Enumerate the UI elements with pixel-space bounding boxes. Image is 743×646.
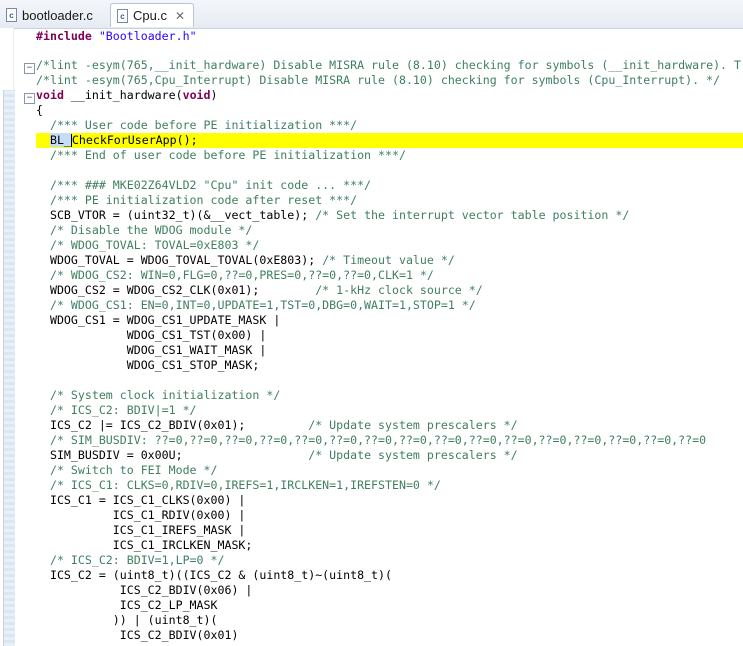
editor-tab-bar: c bootloader.c c Cpu.c ✕ — [0, 0, 743, 29]
code-line: /* WDOG_TOVAL: TOVAL=0xE803 */ — [36, 238, 260, 252]
code-line: ICS_C1_RDIV(0x00) | — [36, 508, 246, 522]
code-line: /*** End of user code before PE initiali… — [36, 148, 406, 162]
close-tab-icon[interactable]: ✕ — [175, 9, 185, 23]
code-line: /* WDOG_CS1: EN=0,INT=0,UPDATE=1,TST=0,D… — [36, 298, 476, 312]
code-line: /* ICS_C2: BDIV=1,LP=0 */ — [36, 553, 225, 567]
fold-collapse-icon[interactable]: − — [24, 63, 35, 74]
code-line: /*lint -esym(765,__init_hardware) Disabl… — [36, 58, 741, 72]
overview-ruler — [3, 90, 15, 646]
code-line: ICS_C2 |= ICS_C2_BDIV(0x01); /* Update s… — [36, 418, 518, 432]
code-line: /*** User code before PE initialization … — [36, 118, 358, 132]
code-line: WDOG_CS1_STOP_MASK; — [36, 358, 260, 372]
code-line: ICS_C2_LP_MASK — [36, 598, 218, 612]
code-line: SIM_BUSDIV = 0x00U; /* Update system pre… — [36, 448, 518, 462]
code-line: /* System clock initialization */ — [36, 388, 281, 402]
code-line: WDOG_CS1_WAIT_MASK | — [36, 343, 267, 357]
code-line: /* ICS_C1: CLKS=0,RDIV=0,IREFS=1,IRCLKEN… — [36, 478, 441, 492]
code-line: WDOG_CS1 = WDOG_CS1_UPDATE_MASK | — [36, 313, 281, 327]
code-line: /* Switch to FEI Mode */ — [36, 463, 218, 477]
code-line: { — [36, 103, 43, 117]
code-line: /* WDOG_CS2: WIN=0,FLG=0,??=0,PRES=0,??=… — [36, 268, 434, 282]
code-line: )) | (uint8_t)( — [36, 613, 218, 627]
tab-label: Cpu.c — [133, 8, 167, 23]
tab-label: bootloader.c — [22, 7, 93, 23]
code-line: /* ICS_C2: BDIV|=1 */ — [36, 403, 197, 417]
code-line: /*** PE initialization code after reset … — [36, 193, 358, 207]
c-file-icon: c — [117, 8, 128, 23]
code-line: ICS_C2 = (uint8_t)((ICS_C2 & (uint8_t)~(… — [36, 568, 392, 582]
code-line: ICS_C1 = ICS_C1_CLKS(0x00) | — [36, 493, 246, 507]
code-line: WDOG_TOVAL = WDOG_TOVAL_TOVAL(0xE803); /… — [36, 253, 455, 267]
current-code-line: BL_CheckForUserApp(); — [36, 133, 743, 148]
tab-bootloader-c[interactable]: c bootloader.c — [2, 3, 104, 27]
c-file-icon: c — [6, 8, 17, 22]
code-line: ICS_C2_BDIV(0x06) | — [36, 583, 253, 597]
code-line: WDOG_CS2 = WDOG_CS2_CLK(0x01); /* 1-kHz … — [36, 283, 483, 297]
code-line: ICS_C1_IREFS_MASK | — [36, 523, 246, 537]
code-line: ICS_C1_IRCLKEN_MASK; — [36, 538, 253, 552]
code-line: SCB_VTOR = (uint32_t)(&__vect_table); /*… — [36, 208, 630, 222]
code-line: ICS_C2_BDIV(0x01) — [36, 628, 239, 642]
code-line: /* Disable the WDOG module */ — [36, 223, 253, 237]
code-editor[interactable]: #include "Bootloader.h" /*lint -esym(765… — [36, 28, 743, 646]
tab-cpu-c[interactable]: c Cpu.c ✕ — [110, 3, 194, 27]
code-line: /*** ### MKE02Z64VLD2 "Cpu" init code ..… — [36, 178, 372, 192]
code-line: WDOG_CS1_TST(0x00) | — [36, 328, 267, 342]
code-line: /*lint -esym(765,Cpu_Interrupt) Disable … — [36, 73, 721, 87]
code-line: /* SIM_BUSDIV: ??=0,??=0,??=0,??=0,??=0,… — [36, 433, 707, 447]
code-line: #include "Bootloader.h" — [36, 29, 197, 43]
code-line: void __init_hardware(void) — [36, 88, 218, 102]
fold-collapse-icon[interactable]: − — [24, 93, 35, 104]
